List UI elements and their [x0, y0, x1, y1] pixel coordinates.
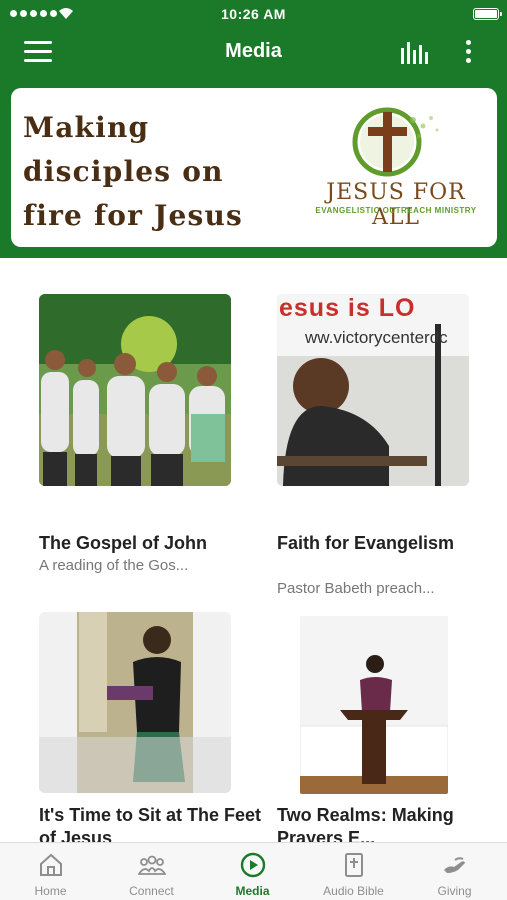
tab-label: Connect: [129, 884, 174, 898]
people-icon: [138, 855, 166, 875]
logo-subtitle: EVANGELISTIC OUTREACH MINISTRY: [315, 206, 477, 215]
ministry-logo: JESUS FOR ALL EVANGELISTIC OUTREACH MINI…: [301, 106, 491, 236]
sign-text: esus is LO: [279, 294, 416, 322]
media-title: It's Time to Sit at The Feet of Jesus: [39, 805, 261, 842]
tab-label: Giving: [437, 884, 472, 898]
giving-hand-icon: [444, 857, 465, 873]
media-thumbnail[interactable]: [39, 612, 231, 793]
media-card[interactable]: It's Time to Sit at The Feet of Jesus: [35, 612, 267, 842]
banner-tagline: Making disciples on fire for Jesus: [23, 111, 243, 232]
sign-url: ww.victorycenterdc: [305, 328, 448, 347]
media-subtitle: Pastor Babeth preach...: [277, 580, 435, 597]
media-title: The Gospel of John: [39, 533, 208, 553]
media-grid[interactable]: The Gospel of John A reading of the Gos.…: [0, 258, 507, 842]
media-title: Two Realms: Making Prayers E...: [277, 805, 454, 842]
tab-home[interactable]: Home: [0, 843, 101, 900]
banner-section: Making disciples on fire for Jesus JESUS…: [0, 78, 507, 258]
logo-title: JESUS FOR ALL: [326, 180, 466, 230]
ministry-banner[interactable]: Making disciples on fire for Jesus JESUS…: [11, 88, 497, 247]
media-subtitle: A reading of the Gos...: [39, 557, 189, 574]
tab-audio-bible[interactable]: Audio Bible: [303, 843, 404, 900]
media-thumbnail[interactable]: esus is LO ww.victorycenterdc: [277, 294, 469, 486]
media-thumbnail[interactable]: [300, 616, 448, 794]
media-card[interactable]: esus is LO ww.victorycenterdc Faith for …: [273, 294, 505, 597]
battery-icon: [473, 8, 502, 20]
tab-media[interactable]: Media: [202, 843, 303, 900]
bottom-tab-bar: Home Connect Media Audio Bible Giving: [0, 842, 507, 900]
page-title: Media: [225, 40, 282, 62]
media-card[interactable]: The Gospel of John A reading of the Gos.…: [35, 294, 267, 574]
tab-label: Home: [34, 884, 67, 898]
bible-icon: [345, 853, 363, 877]
status-bar: 10:26 AM: [0, 0, 507, 28]
more-vertical-icon[interactable]: [461, 40, 475, 66]
media-title: Faith for Evangelism: [277, 533, 455, 553]
play-circle-icon: [240, 852, 266, 878]
home-icon: [40, 853, 62, 876]
nav-bar: Media: [0, 28, 507, 78]
media-thumbnail[interactable]: [39, 294, 231, 486]
tab-giving[interactable]: Giving: [404, 843, 505, 900]
tab-label: Media: [235, 884, 270, 898]
status-time: 10:26 AM: [221, 6, 286, 22]
tab-connect[interactable]: Connect: [101, 843, 202, 900]
media-card[interactable]: Two Realms: Making Prayers E...: [273, 612, 505, 842]
cross-logo-icon: [352, 107, 439, 177]
bars-icon[interactable]: [400, 42, 430, 64]
tab-label: Audio Bible: [323, 884, 384, 898]
